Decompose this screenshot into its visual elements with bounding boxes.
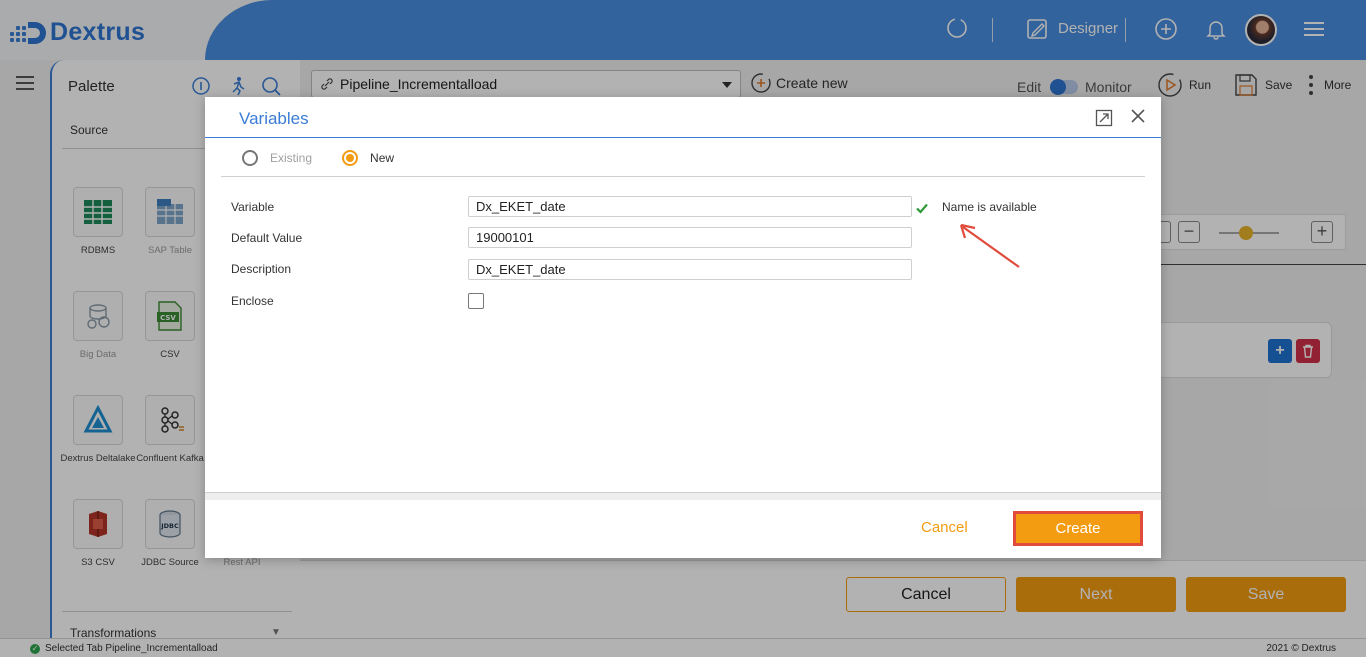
enclose-checkbox[interactable] (468, 293, 484, 309)
variables-dialog: Variables Existing New Variable Dx_EKET_… (205, 97, 1161, 558)
dialog-title: Variables (239, 109, 309, 128)
dialog-create-button[interactable]: Create (1013, 511, 1143, 546)
variable-label: Variable (231, 200, 275, 214)
radio-existing[interactable] (242, 150, 258, 166)
dialog-header-divider (205, 137, 1161, 138)
check-icon (916, 203, 928, 214)
description-label: Description (231, 262, 292, 276)
description-input[interactable]: Dx_EKET_date (468, 259, 912, 280)
default-value-input[interactable]: 19000101 (468, 227, 912, 248)
variable-mode-radios: Existing New (242, 150, 394, 166)
radio-existing-label[interactable]: Existing (270, 151, 312, 165)
radio-new-label[interactable]: New (370, 151, 394, 165)
dialog-cancel-button[interactable]: Cancel (921, 519, 968, 536)
radio-new[interactable] (342, 150, 359, 166)
dialog-footer-strip (205, 493, 1161, 500)
annotation-arrow-icon (959, 223, 1020, 268)
close-icon[interactable] (1129, 107, 1147, 125)
variable-name-input[interactable]: Dx_EKET_date (468, 196, 912, 217)
form-divider (221, 176, 1145, 177)
availability-message: Name is available (942, 200, 1037, 214)
expand-icon[interactable] (1095, 109, 1113, 127)
default-value-label: Default Value (231, 231, 303, 245)
enclose-label: Enclose (231, 294, 274, 308)
